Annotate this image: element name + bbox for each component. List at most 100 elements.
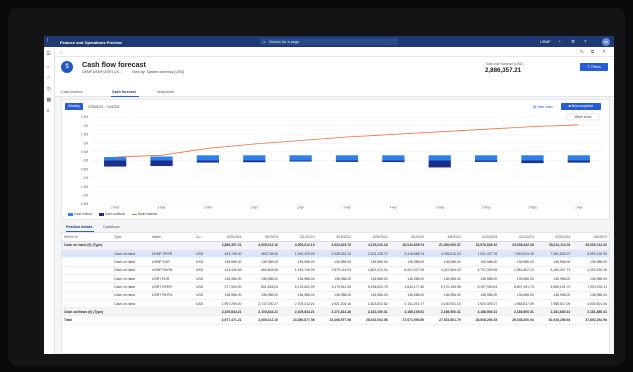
column-header[interactable]: 4/29/2024 [535,233,573,242]
home-icon[interactable]: ⌂ [47,65,50,70]
column-header[interactable]: 4/15/2024 [462,233,500,242]
star-icon[interactable]: ☆ [47,76,51,81]
table-cell: 136,986.00 [535,257,573,267]
search-box[interactable]: ⌕ Search for a page [260,38,398,45]
new-snapshot-label: New snapshot [571,104,594,108]
table-row[interactable]: Cash on hand DEMF OPER USD 463,708.00 463,70… [62,249,609,259]
column-header[interactable]: Name [150,233,194,242]
table-cell: 1,981,802.13 [499,266,536,276]
column-header[interactable]: 4/22/2024 [499,233,536,242]
table-cell: 136,986.00 [389,274,427,284]
table-row[interactable]: Cash on hand USRT EUR USD 136,986.00 136,986… [62,274,609,284]
inflow-bar [428,155,451,161]
table-row[interactable]: Cash on hand USRT OPER USD 377,904.00 691,82… [62,282,609,292]
table-cell: 691,825.04 [243,282,281,292]
tab-position-details[interactable]: Position details [66,225,93,229]
legend-balance[interactable]: Bank balance [131,212,157,216]
currency-view-selector[interactable]: View by: System currency (USD) [132,70,184,74]
table-cell: Cash on hand [112,274,150,284]
close-icon[interactable]: ✕ [602,49,606,55]
company-picker[interactable]: USMF [540,40,551,44]
column-header[interactable]: 2/28/2024 [207,233,244,242]
table-cell [150,241,194,251]
table-cell: 7,988,817.09 [535,299,573,309]
list-icon[interactable]: ≡ [47,109,50,114]
table-cell: 2,418,688.74 [389,249,427,259]
company-selector[interactable]: DEMF,USMF,USRT,US... [82,70,122,74]
new-snapshot-button[interactable]: ◙ New snapshot [561,103,601,110]
hide-chart-button[interactable]: ▥ Hide chart [533,105,553,109]
table-cell: 136,986.00 [535,291,573,300]
date-range[interactable]: 2/28/2024 - 7/4/2024 [88,105,119,109]
total-row[interactable]: Total 2,977,471.21 4,005,012.10 23,490,877.… [62,315,609,325]
cash-flow-chart[interactable]: 2.5M 2M 1.5M 1M 0.5M 0M -0.5M -1M -1.5M -2M -2.5M 2… [62,112,611,210]
y-tick-label: -2.5M [80,202,88,206]
column-header[interactable]: 4/8/2024 [426,233,463,242]
clock-icon[interactable]: ◷ [47,87,51,92]
column-header[interactable]: Where to [62,233,112,242]
gear-icon[interactable]: ⚙ [571,39,575,44]
period-selector[interactable]: Weekly [65,103,83,110]
details-table: Where to Type Name Cu... 2/28/2024 3/4/2024 3/… [62,233,609,325]
table-row[interactable]: Cash on hand USD 1,997,299.00 2,737,000.27 2… [62,299,609,309]
table-cell: 2,186,100.61 [389,307,427,317]
column-header[interactable]: 4/1/2024 [389,233,427,242]
table-row[interactable]: Cash on hand USMF EUR USD 136,986.00 136,986… [62,257,609,267]
table-cell: 2,570,114.04 [316,266,354,276]
table-cell: USMF PAYRL [150,266,194,276]
tab-snapshots[interactable]: Snapshots [157,90,174,94]
table-cell: 136,986.00 [280,257,317,267]
table-cell: 2,162,100.31 [353,307,390,317]
kpi-label: Total cash balance (USD) [485,62,524,66]
refresh-icon[interactable]: ↻ [580,49,584,55]
column-header[interactable]: 3/4/2024 [243,233,281,242]
tab-cash-forecast[interactable]: Cash forecast [112,90,136,94]
tab-cash-position[interactable]: Cash position [61,90,83,94]
y-tick-label: 0M [84,159,89,163]
column-header[interactable]: Type [112,233,150,242]
column-header[interactable]: 5/6/2024 [572,233,609,242]
table-cell [62,266,112,276]
column-header[interactable]: 3/18/2024 [316,233,354,242]
tab-cashflows[interactable]: Cashflows [103,225,120,229]
table-cell: Cash on hand [112,299,150,309]
table-cell [62,274,112,284]
filters-button[interactable]: ▽ Filters [580,63,608,71]
table-cell: 136,986.00 [280,291,317,300]
table-cell: USD [194,299,207,309]
legend-outflows[interactable]: Cash outflows [98,212,125,216]
workspace-icon[interactable]: ▦ [47,98,52,103]
table-cell: 136,986.00 [353,257,390,267]
inflow-bar [474,155,498,161]
column-header[interactable]: 3/25/2024 [353,233,390,242]
group-row[interactable]: Cash on hand (0) (Type) 2,886,357.21 4,005… [62,241,609,251]
back-icon[interactable]: ← [59,49,64,54]
x-tick-label: 4 Apr [390,206,398,210]
table-cell: 4,125,210.16 [353,241,390,251]
app-title[interactable]: Finance and Operations Preview [60,40,122,45]
outflow-bar [428,160,451,168]
legend-inflows[interactable]: Cash inflows [68,212,92,216]
app-launcher-icon[interactable]: ⁞ [47,39,52,44]
table-cell [62,282,112,292]
group-row[interactable]: Cash outflows (0) (Type) 2,105,844.21 2,10… [62,307,609,317]
column-header[interactable]: Cu... [194,233,207,242]
outflow-bar [104,160,127,167]
table-cell: 6,897,191.73 [499,282,536,292]
table-cell [150,307,194,317]
popout-icon[interactable]: ⧉ [591,49,594,54]
table-row[interactable]: Cash on hand USRT PAYRL USD 136,986.00 136,9… [62,291,609,300]
y-tick-label: -0.5M [80,167,88,171]
help-icon[interactable]: ? [584,39,587,44]
hamburger-icon[interactable]: ☰ [47,52,51,57]
inflow-bar [104,157,127,161]
table-row[interactable]: Cash on hand USMF PAYRL USD 313,440.94 560,8… [62,266,609,276]
avatar[interactable]: AD [602,37,610,46]
bell-icon[interactable]: ◔ [558,39,561,44]
table-cell: 23,408,977.56 [316,315,354,325]
table-cell: 136,986.00 [389,257,427,267]
column-header[interactable]: 3/11/2024 [280,233,317,242]
table-cell: 1,915,429.09 [280,249,317,259]
table-cell: 2,186,500.31 [499,307,536,317]
workspace-tabs: Cash position Cash forecast Snapshots [55,87,614,97]
